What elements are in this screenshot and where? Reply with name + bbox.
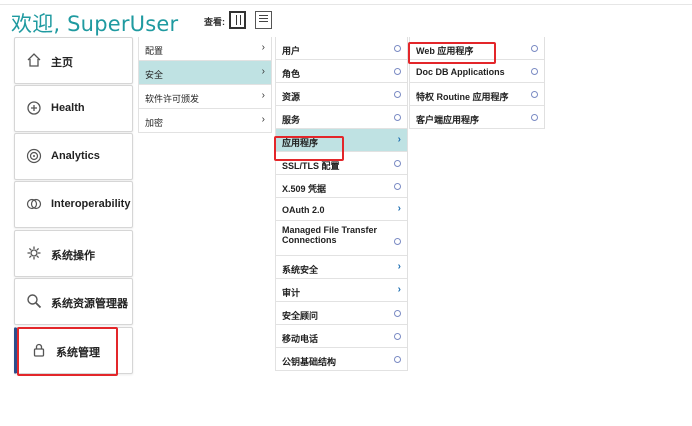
lock-icon xyxy=(33,343,45,357)
submenu-item-label: Web 应用程序 xyxy=(416,46,474,56)
interoperability-icon xyxy=(26,198,42,210)
submenu-item-label: Doc DB Applications xyxy=(416,67,505,77)
search-icon xyxy=(27,294,42,309)
welcome-title: 欢迎, SuperUser xyxy=(11,12,179,36)
menu-item-label: 系统资源管理器 xyxy=(51,298,128,310)
submenu-item-mobile-phone[interactable]: 移动电话 xyxy=(275,325,407,348)
submenu-item-roles[interactable]: 角色 xyxy=(275,60,407,83)
submenu-item-ssl-tls[interactable]: SSL/TLS 配置 xyxy=(275,152,407,175)
submenu-item-client-applications[interactable]: 客户端应用程序 xyxy=(409,106,544,129)
menu-item-health[interactable]: Health xyxy=(14,85,133,132)
submenu-item-pki[interactable]: 公钥基础结构 xyxy=(275,348,407,371)
submenu-item-resources[interactable]: 资源 xyxy=(275,83,407,106)
submenu-item-mft[interactable]: Managed File Transfer Connections xyxy=(275,221,407,256)
link-dot-icon xyxy=(531,45,538,52)
link-dot-icon xyxy=(394,333,401,340)
submenu-item-users[interactable]: 用户 xyxy=(275,37,407,60)
submenu-item-system-security[interactable]: 系统安全 › xyxy=(275,256,407,279)
link-dot-icon xyxy=(394,160,401,167)
submenu-item-label: 资源 xyxy=(282,92,301,102)
link-dot-icon xyxy=(394,310,401,317)
view-label: 查看: xyxy=(204,17,225,27)
submenu-item-x509[interactable]: X.509 凭据 xyxy=(275,175,407,198)
submenu-item-label: OAuth 2.0 xyxy=(282,205,325,215)
list-view-icon[interactable] xyxy=(255,11,272,29)
link-dot-icon xyxy=(531,114,538,121)
link-dot-icon xyxy=(394,114,401,121)
submenu-item-security-advisor[interactable]: 安全顾问 xyxy=(275,302,407,325)
submenu-item-label: 安全 xyxy=(145,70,164,80)
submenu-item-label: 公钥基础结构 xyxy=(282,357,337,367)
submenu-item-label: 审计 xyxy=(282,288,301,298)
chevron-right-icon: › xyxy=(261,66,265,77)
analytics-icon xyxy=(26,148,42,164)
home-icon xyxy=(27,53,41,67)
submenu-item-licensing[interactable]: 软件许可颁发 › xyxy=(138,85,271,109)
link-dot-icon xyxy=(394,68,401,75)
chevron-right-icon: › xyxy=(397,134,401,145)
gear-icon xyxy=(27,246,41,260)
submenu-item-label: 移动电话 xyxy=(282,334,319,344)
menu-item-interoperability[interactable]: Interoperability xyxy=(14,181,133,228)
chevron-right-icon: › xyxy=(397,203,401,214)
chevron-right-icon: › xyxy=(261,42,265,53)
menu-item-label: 系统管理 xyxy=(56,347,100,359)
link-dot-icon xyxy=(531,68,538,75)
top-divider xyxy=(0,4,692,5)
chevron-right-icon: › xyxy=(397,261,401,272)
submenu-column-3: Web 应用程序 Doc DB Applications 特权 Routine … xyxy=(409,37,545,129)
submenu-item-config[interactable]: 配置 › xyxy=(138,37,271,61)
link-dot-icon xyxy=(394,238,401,245)
submenu-item-label: 配置 xyxy=(145,46,164,56)
submenu-item-label: X.509 凭据 xyxy=(282,184,327,194)
submenu-item-docdb-applications[interactable]: Doc DB Applications xyxy=(409,60,544,83)
submenu-item-label: 加密 xyxy=(145,118,164,128)
submenu-item-audit[interactable]: 审计 › xyxy=(275,279,407,302)
submenu-column-2: 用户 角色 资源 服务 应用程序 › SSL/TLS 配置 X.509 凭据 OA… xyxy=(275,37,408,371)
submenu-item-security[interactable]: 安全 › xyxy=(138,61,271,85)
submenu-item-label: Managed File Transfer Connections xyxy=(282,225,378,245)
menu-item-label: 主页 xyxy=(51,57,73,69)
health-icon xyxy=(27,101,41,115)
menu-item-label: Health xyxy=(51,102,85,114)
submenu-item-label: 系统安全 xyxy=(282,265,319,275)
link-dot-icon xyxy=(394,45,401,52)
menu-item-home[interactable]: 主页 xyxy=(14,37,133,84)
menu-item-system-explorer[interactable]: 系统资源管理器 xyxy=(14,278,133,325)
menu-item-analytics[interactable]: Analytics xyxy=(14,133,133,180)
submenu-item-label: 安全顾问 xyxy=(282,311,319,321)
menu-item-label: Interoperability xyxy=(51,198,131,210)
submenu-item-label: 用户 xyxy=(282,46,301,56)
link-dot-icon xyxy=(394,356,401,363)
menu-item-system-admin[interactable]: 系统管理 xyxy=(14,327,133,374)
chevron-right-icon: › xyxy=(397,284,401,295)
submenu-item-label: 角色 xyxy=(282,69,301,79)
submenu-item-privileged-routine[interactable]: 特权 Routine 应用程序 xyxy=(409,83,544,106)
link-dot-icon xyxy=(394,91,401,98)
columns-view-icon[interactable] xyxy=(229,11,246,29)
submenu-item-label: 客户端应用程序 xyxy=(416,115,480,125)
submenu-item-label: 服务 xyxy=(282,115,301,125)
submenu-item-encryption[interactable]: 加密 › xyxy=(138,109,271,133)
menu-item-label: 系统操作 xyxy=(51,250,95,262)
submenu-item-oauth[interactable]: OAuth 2.0 › xyxy=(275,198,407,221)
submenu-item-label: SSL/TLS 配置 xyxy=(282,161,340,171)
chevron-right-icon: › xyxy=(261,114,265,125)
submenu-column-1: 配置 › 安全 › 软件许可颁发 › 加密 › xyxy=(138,37,272,133)
menu-item-system-operation[interactable]: 系统操作 xyxy=(14,230,133,277)
submenu-item-label: 应用程序 xyxy=(282,138,319,148)
menu-item-label: Analytics xyxy=(51,150,100,162)
link-dot-icon xyxy=(531,91,538,98)
chevron-right-icon: › xyxy=(261,90,265,101)
submenu-item-label: 软件许可颁发 xyxy=(145,94,200,104)
submenu-item-applications[interactable]: 应用程序 › xyxy=(275,129,407,152)
submenu-item-web-applications[interactable]: Web 应用程序 xyxy=(409,37,544,60)
submenu-item-services[interactable]: 服务 xyxy=(275,106,407,129)
link-dot-icon xyxy=(394,183,401,190)
submenu-item-label: 特权 Routine 应用程序 xyxy=(416,92,509,102)
